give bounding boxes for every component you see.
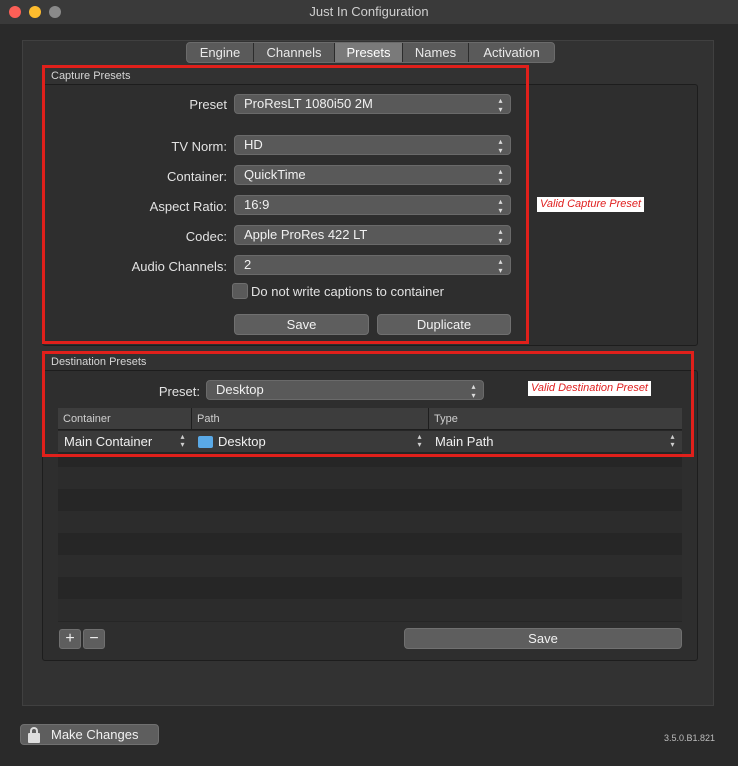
tab-bar: Engine Channels Presets Names Activation (186, 42, 555, 63)
capture-highlight-box (42, 65, 529, 344)
valid-destination-annotation: Valid Destination Preset (528, 381, 651, 396)
destination-save-button[interactable]: Save (404, 628, 682, 649)
table-empty-row (58, 467, 682, 489)
table-empty-row (58, 599, 682, 621)
remove-row-button[interactable]: − (83, 629, 105, 649)
make-changes-label: Make Changes (51, 727, 139, 742)
window-title: Just In Configuration (309, 4, 429, 19)
add-row-button[interactable]: + (59, 629, 81, 649)
destination-highlight-box (42, 351, 694, 457)
tab-channels[interactable]: Channels (254, 43, 335, 62)
tab-activation[interactable]: Activation (469, 43, 554, 62)
tab-presets[interactable]: Presets (335, 43, 403, 62)
table-empty-row (58, 555, 682, 577)
tab-engine[interactable]: Engine (187, 43, 254, 62)
lock-icon-body (28, 733, 40, 743)
version-label: 3.5.0.B1.821 (664, 733, 716, 743)
table-empty-row (58, 511, 682, 533)
valid-capture-annotation: Valid Capture Preset (537, 197, 645, 212)
make-changes-button[interactable]: Make Changes (20, 724, 159, 745)
tab-names[interactable]: Names (403, 43, 469, 62)
